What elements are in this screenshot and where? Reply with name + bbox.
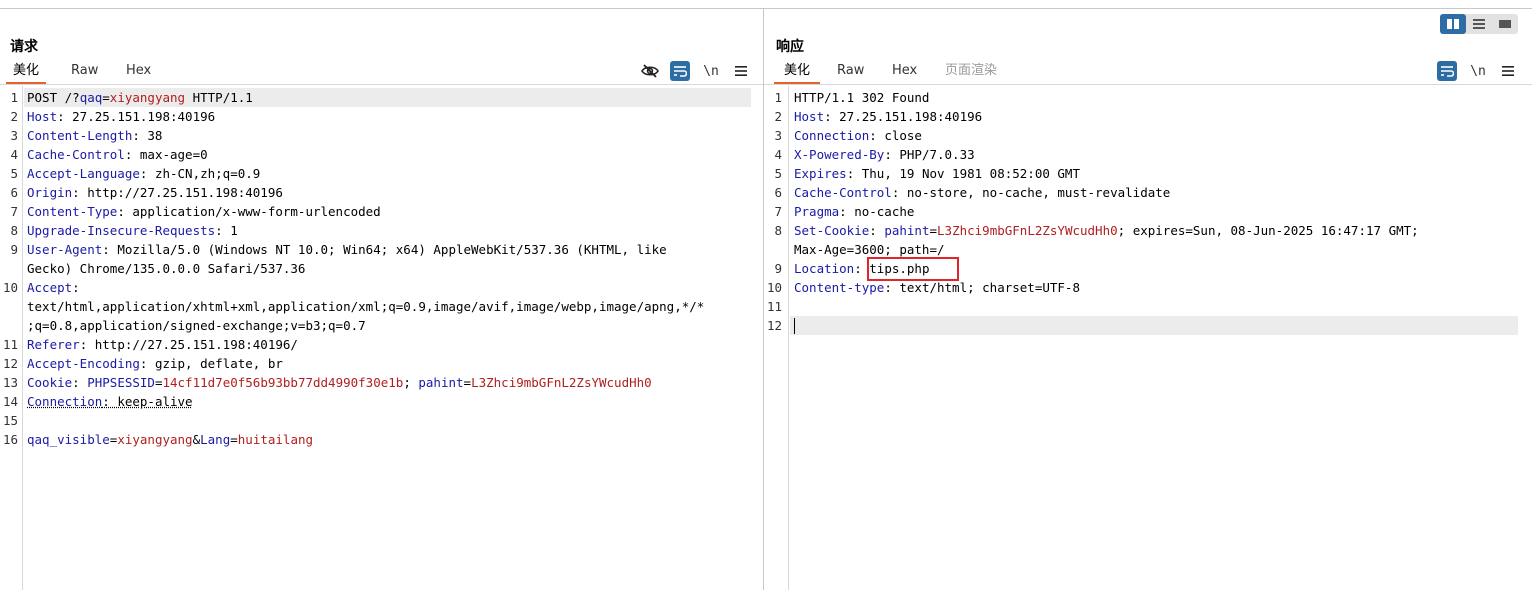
code-line: Upgrade-Insecure-Requests: 1 bbox=[27, 223, 238, 238]
line-number: 1 bbox=[10, 90, 18, 105]
code-line: Set-Cookie: pahint=L3Zhci9mbGFnL2ZsYWcud… bbox=[794, 223, 1419, 238]
response-title: 响应 bbox=[776, 39, 804, 55]
code-line: Accept-Language: zh-CN,zh;q=0.9 bbox=[27, 166, 261, 181]
newline-toggle[interactable]: \n bbox=[701, 61, 721, 81]
line-number: 12 bbox=[2, 356, 18, 371]
response-tabs: 美化 Raw Hex 页面渲染 \n bbox=[764, 61, 1532, 85]
tab-hex[interactable]: Hex bbox=[126, 61, 151, 82]
line-number: 12 bbox=[766, 318, 782, 333]
highlight-box bbox=[867, 257, 959, 281]
line-number: 8 bbox=[10, 223, 18, 238]
line-number: 7 bbox=[774, 204, 782, 219]
line-number: 10 bbox=[2, 280, 18, 295]
line-number: 6 bbox=[774, 185, 782, 200]
code-line: Expires: Thu, 19 Nov 1981 08:52:00 GMT bbox=[794, 166, 1080, 181]
line-number: 4 bbox=[774, 147, 782, 162]
wrap-lines-icon[interactable] bbox=[670, 61, 690, 81]
status-line: HTTP/1.1 302 Found bbox=[794, 90, 930, 105]
code-line: Connection: keep-alive bbox=[27, 394, 193, 409]
code-line: Host: 27.25.151.198:40196 bbox=[794, 109, 983, 124]
request-panel: 请求 美化 Raw Hex \n 1 POST /?qaq=xiyangyang… bbox=[0, 9, 764, 590]
request-title: 请求 bbox=[10, 39, 38, 55]
line-number: 5 bbox=[774, 166, 782, 181]
line-number: 9 bbox=[10, 242, 18, 257]
line-number: 1 bbox=[774, 90, 782, 105]
line-number: 7 bbox=[10, 204, 18, 219]
code-line: Accept: bbox=[27, 280, 80, 295]
response-editor[interactable]: 1 HTTP/1.1 302 Found 2 Host: 27.25.151.1… bbox=[764, 86, 1532, 590]
line-number: 11 bbox=[2, 337, 18, 352]
code-line: Origin: http://27.25.151.198:40196 bbox=[27, 185, 283, 200]
line-number: 11 bbox=[766, 299, 782, 314]
line-number: 6 bbox=[10, 185, 18, 200]
hamburger-menu-icon[interactable] bbox=[1498, 61, 1518, 81]
code-line-body: qaq_visible=xiyangyang&Lang=huitailang bbox=[27, 432, 314, 447]
line-number: 3 bbox=[10, 128, 18, 143]
tab-raw[interactable]: Raw bbox=[71, 61, 98, 82]
response-panel: 响应 美化 Raw Hex 页面渲染 \n 1 HTTP/1.1 302 Fou… bbox=[764, 9, 1532, 590]
code-line-wrap: Gecko) Chrome/135.0.0.0 Safari/537.36 bbox=[27, 261, 306, 276]
line-number: 10 bbox=[766, 280, 782, 295]
line-number: 4 bbox=[10, 147, 18, 162]
tab-pretty[interactable]: 美化 bbox=[6, 61, 46, 84]
code-line-wrap: text/html,application/xhtml+xml,applicat… bbox=[27, 299, 705, 314]
code-line: Host: 27.25.151.198:40196 bbox=[27, 109, 216, 124]
line-number: 9 bbox=[774, 261, 782, 276]
hamburger-menu-icon[interactable] bbox=[731, 61, 751, 81]
code-line: POST /?qaq=xiyangyang HTTP/1.1 bbox=[27, 90, 253, 105]
newline-toggle[interactable]: \n bbox=[1468, 61, 1488, 81]
code-line: Content-Length: 38 bbox=[27, 128, 163, 143]
line-number: 13 bbox=[2, 375, 18, 390]
request-tabs: 美化 Raw Hex \n bbox=[0, 61, 763, 85]
code-line: X-Powered-By: PHP/7.0.33 bbox=[794, 147, 975, 162]
line-number: 16 bbox=[2, 432, 18, 447]
current-line-highlight bbox=[790, 316, 1518, 335]
code-line: Cache-Control: no-store, no-cache, must-… bbox=[794, 185, 1171, 200]
code-line: Cookie: PHPSESSID=14cf11d7e0f56b93bb77dd… bbox=[27, 375, 652, 390]
code-line: Cache-Control: max-age=0 bbox=[27, 147, 208, 162]
line-number: 5 bbox=[10, 166, 18, 181]
tab-hex[interactable]: Hex bbox=[892, 61, 917, 82]
line-number: 3 bbox=[774, 128, 782, 143]
top-border bbox=[0, 0, 1532, 9]
line-number: 15 bbox=[2, 413, 18, 428]
tab-pretty[interactable]: 美化 bbox=[774, 61, 820, 84]
tab-raw[interactable]: Raw bbox=[837, 61, 864, 82]
line-number: 14 bbox=[2, 394, 18, 409]
tab-render[interactable]: 页面渲染 bbox=[945, 61, 997, 82]
code-line: Content-Type: application/x-www-form-url… bbox=[27, 204, 381, 219]
code-line-wrap: ;q=0.8,application/signed-exchange;v=b3;… bbox=[27, 318, 366, 333]
code-line: Connection: close bbox=[794, 128, 922, 143]
line-number: 8 bbox=[774, 223, 782, 238]
wrap-lines-icon[interactable] bbox=[1437, 61, 1457, 81]
request-editor[interactable]: 1 POST /?qaq=xiyangyang HTTP/1.1 2 Host:… bbox=[0, 86, 763, 590]
text-cursor bbox=[794, 318, 795, 334]
code-line: Referer: http://27.25.151.198:40196/ bbox=[27, 337, 298, 352]
eye-off-icon[interactable] bbox=[640, 61, 660, 81]
code-line: Pragma: no-cache bbox=[794, 204, 915, 219]
line-number: 2 bbox=[774, 109, 782, 124]
code-line: User-Agent: Mozilla/5.0 (Windows NT 10.0… bbox=[27, 242, 667, 257]
code-line: Accept-Encoding: gzip, deflate, br bbox=[27, 356, 283, 371]
line-number: 2 bbox=[10, 109, 18, 124]
